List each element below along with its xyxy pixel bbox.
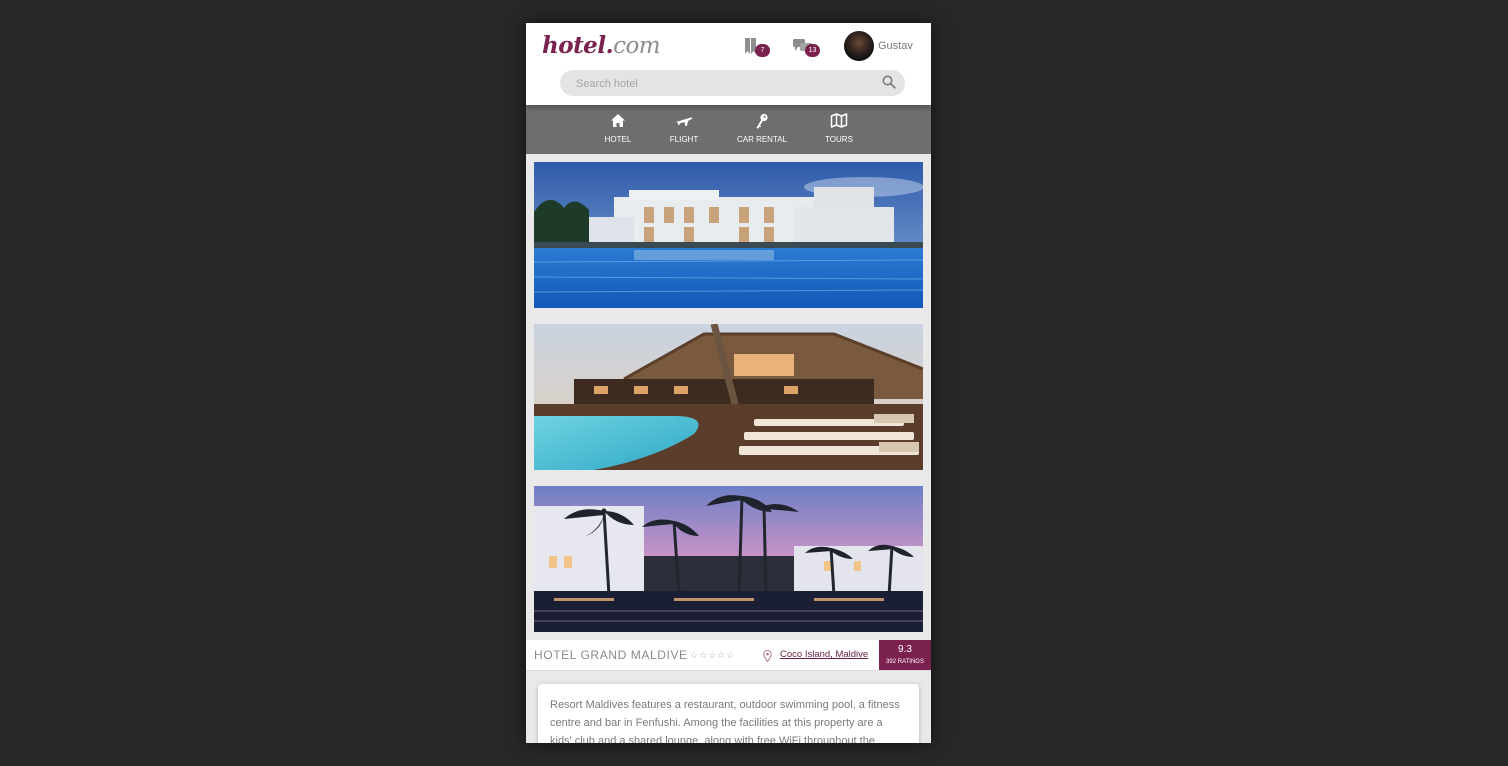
home-icon — [611, 114, 625, 127]
ratings-count: 392 RATINGS — [886, 659, 924, 665]
score-badge: 9.3 392 RATINGS — [879, 640, 931, 670]
nav-car-rental-label: CAR RENTAL — [736, 135, 788, 144]
nav-hotel[interactable]: HOTEL — [598, 105, 638, 154]
hotel-photo-2[interactable] — [534, 324, 923, 470]
score-value: 9.3 — [898, 644, 912, 655]
nav-tours-label: TOURS — [825, 135, 853, 144]
header: hotel.com 7 13 Gustav — [526, 23, 931, 105]
hotel-title-bar: HOTEL GRAND MALDIVE ☆☆☆☆☆ Coco Island, M… — [526, 640, 931, 671]
search-input[interactable] — [574, 74, 878, 94]
hotel-name: HOTEL GRAND MALDIVE — [534, 648, 688, 662]
hotel-photo-3[interactable] — [534, 486, 923, 632]
location-link[interactable]: Coco Island, Maldive — [780, 649, 868, 660]
app-frame: hotel.com 7 13 Gustav Search hotel HOTEL… — [526, 23, 931, 743]
nav-car-rental[interactable]: CAR RENTAL — [732, 105, 792, 154]
nav-hotel-label: HOTEL — [604, 135, 632, 144]
airplane-icon — [676, 117, 693, 126]
star-rating: ☆☆☆☆☆ — [690, 650, 736, 660]
hotel-photo-1[interactable] — [534, 162, 923, 308]
bookmarks-badge: 7 — [755, 44, 770, 57]
search-icon[interactable] — [882, 75, 896, 94]
hotel-description: Resort Maldives features a restaurant, o… — [550, 699, 900, 743]
messages-badge: 13 — [805, 44, 820, 57]
map-icon — [830, 113, 848, 128]
nav-tours[interactable]: TOURS — [820, 105, 858, 154]
key-icon — [756, 113, 768, 129]
nav-flight[interactable]: FLIGHT — [664, 105, 704, 154]
user-name[interactable]: Gustav — [878, 40, 913, 52]
bookmarks-button[interactable]: 7 — [744, 37, 770, 60]
logo[interactable]: hotel.com — [542, 32, 661, 59]
main-nav: HOTEL FLIGHT CAR RENTAL TOURS — [526, 105, 931, 154]
description-card: Resort Maldives features a restaurant, o… — [538, 684, 919, 743]
search-bar — [560, 70, 905, 96]
location-pin-icon — [763, 649, 772, 667]
avatar[interactable] — [844, 31, 874, 61]
nav-flight-label: FLIGHT — [669, 135, 699, 144]
messages-button[interactable]: 13 — [793, 39, 820, 60]
